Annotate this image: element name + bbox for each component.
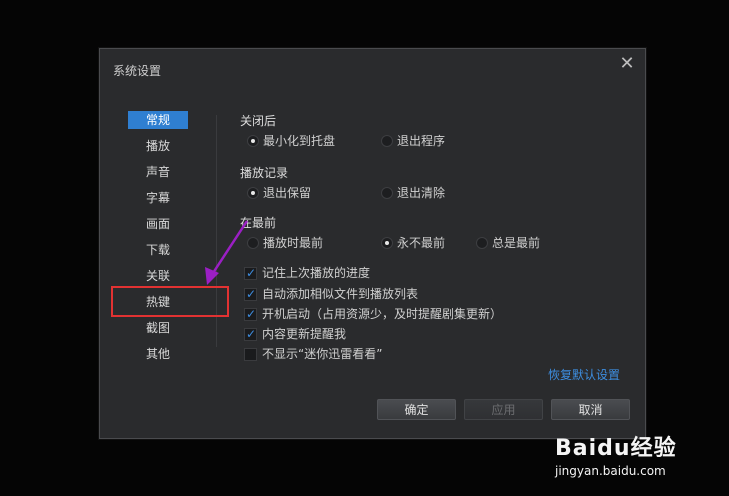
radio-indicator <box>381 187 393 199</box>
baidu-jingyan-watermark: Baidu经验 jingyan.baidu.com <box>555 430 677 478</box>
sidebar-item-other[interactable]: 其他 <box>128 345 188 371</box>
sidebar-item-general[interactable]: 常规 <box>128 111 188 137</box>
radio-clear-on-exit[interactable]: 退出清除 <box>381 185 445 201</box>
radio-topmost-when-playing[interactable]: 播放时最前 <box>247 235 323 251</box>
close-behavior-title: 关闭后 <box>240 114 277 128</box>
radio-label: 退出程序 <box>397 134 446 148</box>
checkbox-label: 开机启动（占用资源少，及时提醒剧集更新） <box>262 307 503 321</box>
radio-indicator <box>247 187 259 199</box>
radio-indicator <box>381 135 393 147</box>
watermark-logo: Baidu经验 <box>555 436 677 461</box>
checkbox-launch-on-startup[interactable]: 开机启动（占用资源少，及时提醒剧集更新） <box>244 306 502 322</box>
radio-indicator <box>381 237 393 249</box>
checkbox-indicator <box>244 326 257 342</box>
restore-defaults-link[interactable]: 恢复默认设置 <box>548 366 620 383</box>
radio-label: 播放时最前 <box>263 236 324 250</box>
sidebar-item-label: 其他 <box>145 347 170 361</box>
sidebar-item-picture[interactable]: 画面 <box>128 215 188 241</box>
sidebar-item-label: 截图 <box>145 321 170 335</box>
checkbox-indicator <box>244 348 257 361</box>
play-record-title: 播放记录 <box>240 166 289 180</box>
settings-sidebar: 常规 播放 声音 字幕 画面 下载 关联 热键 截图 其他 <box>128 111 188 371</box>
checkbox-label: 自动添加相似文件到播放列表 <box>262 287 419 301</box>
hotkeys-highlight-box <box>111 286 229 317</box>
checkbox-label: 内容更新提醒我 <box>262 327 347 341</box>
radio-label: 最小化到托盘 <box>263 134 336 148</box>
sidebar-item-label: 下载 <box>145 243 170 257</box>
annotation-arrow-icon <box>205 220 249 285</box>
sidebar-item-subtitles[interactable]: 字幕 <box>128 189 188 215</box>
sidebar-item-download[interactable]: 下载 <box>128 241 188 267</box>
radio-exit-program[interactable]: 退出程序 <box>381 133 445 149</box>
sidebar-item-playback[interactable]: 播放 <box>128 137 188 163</box>
checkbox-hide-mini-player[interactable]: 不显示“迷你迅雷看看” <box>244 346 382 362</box>
sidebar-item-label: 常规 <box>128 111 188 129</box>
radio-indicator <box>476 237 488 249</box>
radio-always-topmost[interactable]: 总是最前 <box>476 235 540 251</box>
radio-never-topmost[interactable]: 永不最前 <box>381 235 445 251</box>
apply-button[interactable]: 应用 <box>464 399 543 420</box>
sidebar-item-label: 字幕 <box>145 191 170 205</box>
sidebar-item-label: 关联 <box>145 269 170 283</box>
radio-label: 退出保留 <box>263 186 312 200</box>
dialog-title: 系统设置 <box>113 64 162 78</box>
sidebar-item-sound[interactable]: 声音 <box>128 163 188 189</box>
sidebar-item-label: 画面 <box>145 217 170 231</box>
checkbox-auto-add-similar[interactable]: 自动添加相似文件到播放列表 <box>244 286 418 302</box>
radio-label: 退出清除 <box>397 186 446 200</box>
checkbox-label: 不显示“迷你迅雷看看” <box>262 347 383 361</box>
checkbox-label: 记住上次播放的进度 <box>262 266 371 280</box>
close-icon[interactable]: ✕ <box>619 55 635 73</box>
radio-indicator <box>247 135 259 147</box>
sidebar-item-screenshot[interactable]: 截图 <box>128 319 188 345</box>
sidebar-item-label: 播放 <box>145 139 170 153</box>
ok-button[interactable]: 确定 <box>377 399 456 420</box>
radio-label: 总是最前 <box>492 236 541 250</box>
radio-keep-on-exit[interactable]: 退出保留 <box>247 185 311 201</box>
radio-minimize-to-tray[interactable]: 最小化到托盘 <box>247 133 335 149</box>
sidebar-item-label: 声音 <box>145 165 170 179</box>
cancel-button[interactable]: 取消 <box>551 399 630 420</box>
checkbox-update-reminder[interactable]: 内容更新提醒我 <box>244 326 346 342</box>
radio-label: 永不最前 <box>397 236 446 250</box>
checkbox-remember-progress[interactable]: 记住上次播放的进度 <box>244 265 370 281</box>
checkbox-indicator <box>244 306 257 322</box>
watermark-url: jingyan.baidu.com <box>555 464 666 478</box>
